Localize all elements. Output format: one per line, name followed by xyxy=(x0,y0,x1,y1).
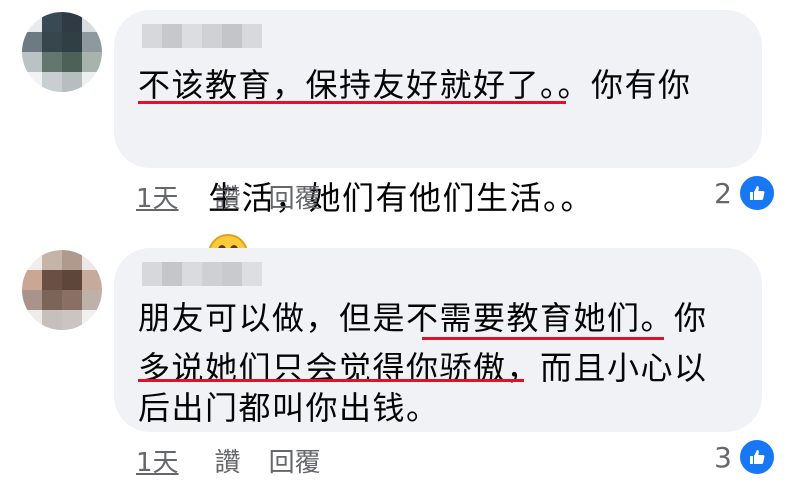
comment-actions: 1天 讚 回覆 xyxy=(136,440,349,480)
timestamp-link[interactable]: 1天 xyxy=(136,178,179,215)
comment-bubble: 朋友可以做，但是不需要教育她们。你 多说她们只会觉得你骄傲，而且小心以 后出门都… xyxy=(114,248,762,432)
comment-bubble: 不该教育，保持友好就好了。。你有你 生活，她们有他们生活。。 xyxy=(114,10,762,274)
avatar[interactable] xyxy=(22,250,102,330)
reaction-count: 2 xyxy=(714,176,732,210)
reply-button[interactable]: 回覆 xyxy=(269,442,321,479)
comment-actions: 1天 讚 回覆 xyxy=(136,176,349,216)
reaction-count: 3 xyxy=(714,440,732,474)
commenter-name-blurred[interactable] xyxy=(142,24,262,48)
comment-text-line-1: 不该教育，保持友好就好了。。你有你 xyxy=(138,66,692,104)
thumbs-up-icon xyxy=(738,438,776,476)
highlight-underline xyxy=(138,379,524,382)
thumbs-up-icon xyxy=(738,174,776,212)
highlight-underline xyxy=(422,337,664,340)
timestamp-link[interactable]: 1天 xyxy=(136,442,179,479)
highlight-underline xyxy=(138,101,566,104)
like-button[interactable]: 讚 xyxy=(215,442,241,479)
avatar[interactable] xyxy=(22,12,102,92)
reaction-summary[interactable]: 2 xyxy=(714,174,776,212)
reply-button[interactable]: 回覆 xyxy=(269,178,321,215)
commenter-name-blurred[interactable] xyxy=(142,262,262,286)
reaction-summary[interactable]: 3 xyxy=(714,438,776,476)
like-button[interactable]: 讚 xyxy=(215,178,241,215)
comment-text-line-3: 后出门都叫你出钱。 xyxy=(138,389,440,427)
